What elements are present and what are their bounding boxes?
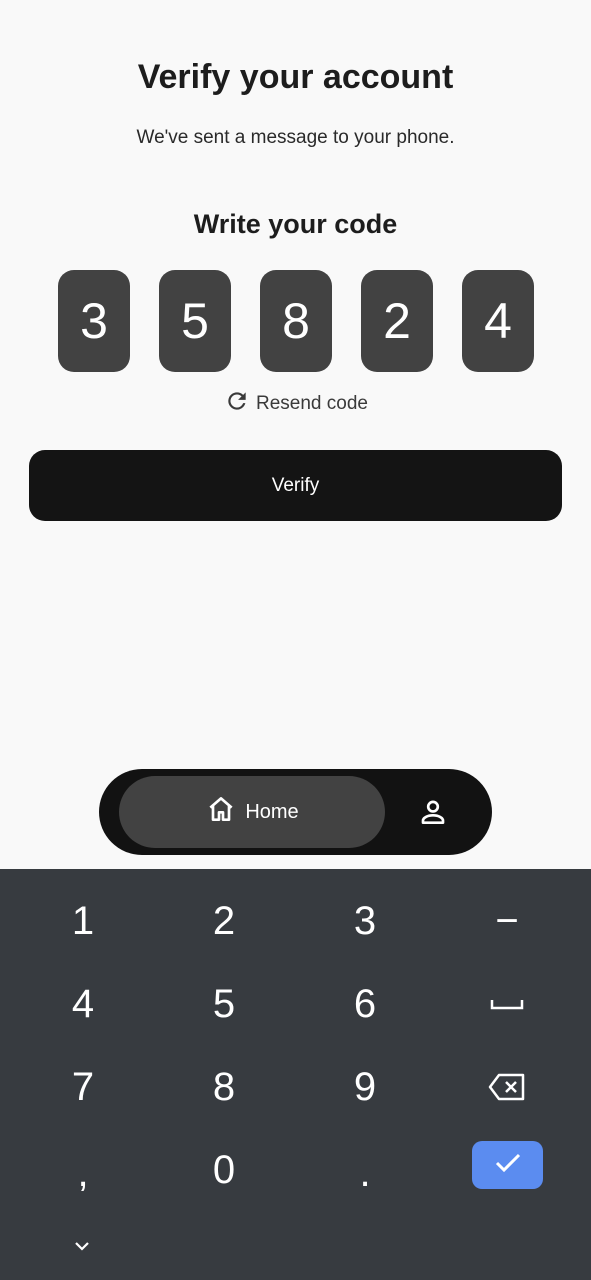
chevron-down-icon[interactable] xyxy=(70,1234,94,1258)
resend-code-button[interactable]: Resend code xyxy=(224,390,368,418)
code-digit-3[interactable]: 8 xyxy=(260,270,332,372)
code-input-row: 3 5 8 2 4 xyxy=(58,270,534,372)
nav-home-label: Home xyxy=(245,800,299,823)
code-digit-5[interactable]: 4 xyxy=(462,270,534,372)
key-backspace[interactable] xyxy=(437,1047,577,1127)
code-digit-1[interactable]: 3 xyxy=(58,270,130,372)
code-heading: Write your code xyxy=(193,209,398,239)
keyboard-done-button[interactable] xyxy=(472,1141,543,1189)
code-digit-2[interactable]: 5 xyxy=(159,270,231,372)
bottom-nav: Home xyxy=(99,769,492,855)
check-icon xyxy=(494,1152,522,1179)
key-5[interactable]: 5 xyxy=(154,964,294,1044)
space-icon xyxy=(490,997,524,1011)
refresh-icon xyxy=(224,388,250,420)
page-subtitle: We've sent a message to your phone. xyxy=(136,127,455,148)
resend-code-label: Resend code xyxy=(256,393,368,414)
key-0[interactable]: 0 xyxy=(154,1130,294,1210)
key-space[interactable] xyxy=(437,964,577,1044)
backspace-icon xyxy=(488,1073,526,1101)
key-1[interactable]: 1 xyxy=(13,881,153,961)
key-4[interactable]: 4 xyxy=(13,964,153,1044)
key-2[interactable]: 2 xyxy=(154,881,294,961)
key-8[interactable]: 8 xyxy=(154,1047,294,1127)
numeric-keyboard: 1 2 3 − 4 5 6 7 8 9 , 0 . xyxy=(0,869,591,1280)
verify-button[interactable]: Verify xyxy=(29,450,562,521)
key-9[interactable]: 9 xyxy=(295,1047,435,1127)
key-dash[interactable]: − xyxy=(437,881,577,961)
code-digit-4[interactable]: 2 xyxy=(361,270,433,372)
nav-profile-tab[interactable] xyxy=(417,796,449,828)
key-6[interactable]: 6 xyxy=(295,964,435,1044)
key-7[interactable]: 7 xyxy=(13,1047,153,1127)
key-3[interactable]: 3 xyxy=(295,881,435,961)
page-title: Verify your account xyxy=(137,58,454,96)
nav-home-tab[interactable]: Home xyxy=(119,776,385,848)
key-dot[interactable]: . xyxy=(295,1133,435,1213)
home-icon xyxy=(205,793,237,831)
person-icon xyxy=(417,800,449,832)
key-comma[interactable]: , xyxy=(13,1133,153,1213)
